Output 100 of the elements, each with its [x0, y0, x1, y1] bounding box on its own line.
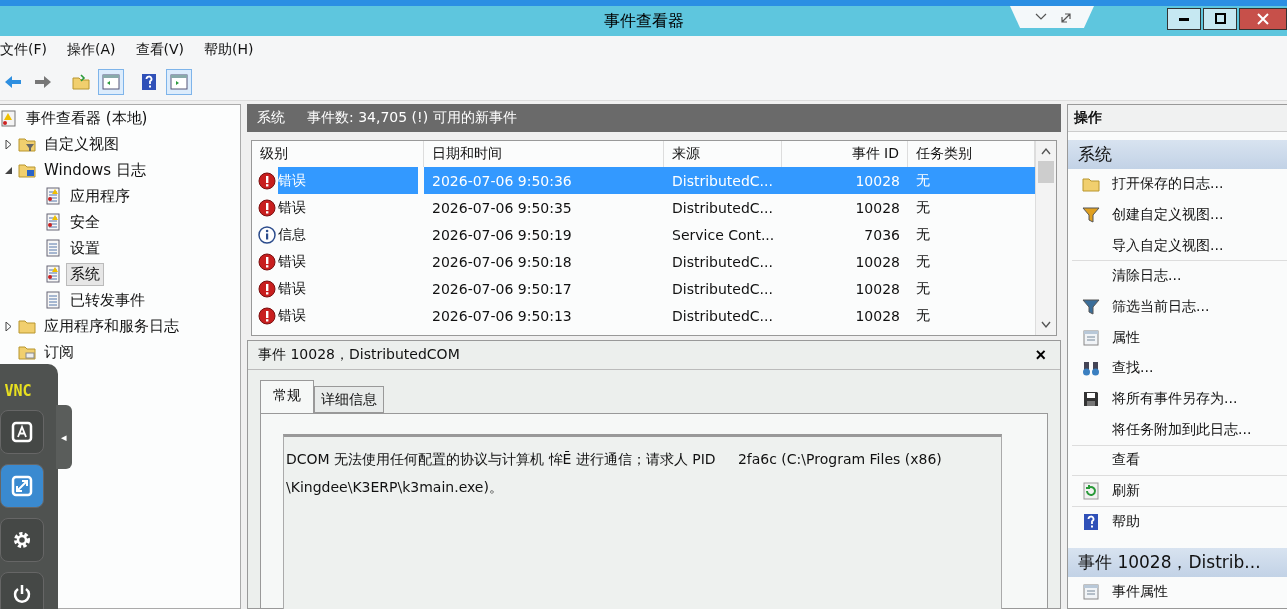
fullscreen-icon	[11, 475, 33, 497]
error-icon	[258, 198, 276, 217]
minimize-icon	[1179, 17, 1189, 21]
folder-icon	[18, 317, 36, 335]
table-cell[interactable]: 错误	[278, 275, 418, 302]
table-cell[interactable]: 无	[908, 275, 1035, 302]
table-cell[interactable]: 2026-07-06 9:50:19	[424, 221, 664, 248]
tree-item[interactable]: 自定义视图	[40, 132, 123, 156]
action-link[interactable]: 刷新	[1112, 482, 1140, 501]
table-cell[interactable]: 10028	[782, 194, 908, 221]
folder-icon	[18, 161, 36, 179]
expand-icon[interactable]	[2, 139, 14, 149]
minimize-button[interactable]	[1167, 8, 1201, 30]
action-link[interactable]: 将任务附加到此日志...	[1112, 420, 1252, 439]
window-title: 事件查看器	[603, 9, 684, 32]
help-icon	[140, 73, 158, 91]
tree-item[interactable]: 已转发事件	[66, 288, 149, 312]
action-link[interactable]: 打开保存的日志...	[1112, 175, 1224, 194]
table-cell[interactable]: 10028	[782, 302, 908, 329]
action-link[interactable]: 筛选当前日志...	[1112, 298, 1210, 316]
section-header[interactable]: 事件 10028，Distrib...	[1068, 547, 1287, 578]
table-cell[interactable]: DistributedC...	[664, 275, 782, 302]
scroll-thumb[interactable]	[1038, 161, 1054, 183]
save-icon	[1082, 390, 1100, 409]
section-header[interactable]: 系统	[1068, 139, 1287, 170]
table-cell[interactable]: DistributedC...	[664, 302, 782, 329]
action-link[interactable]: 清除日志...	[1112, 267, 1182, 286]
table-cell[interactable]: DistributedC...	[664, 194, 782, 221]
restore-button[interactable]	[1203, 8, 1237, 30]
folder-icon	[1082, 175, 1100, 194]
close-button[interactable]	[1239, 8, 1287, 30]
tree-item[interactable]: Windows 日志	[40, 158, 150, 182]
table-cell[interactable]: Service Cont...	[664, 221, 782, 248]
table-cell[interactable]: DistributedC...	[664, 248, 782, 275]
tree-item[interactable]: 订阅	[40, 340, 78, 364]
tab[interactable]: 常规	[260, 380, 314, 413]
table-cell[interactable]: 10028	[782, 248, 908, 275]
tab[interactable]: 详细信息	[314, 386, 384, 413]
tree-item[interactable]: 应用程序	[66, 184, 134, 208]
tree-item[interactable]: 安全	[66, 210, 104, 234]
expand-icon[interactable]	[2, 321, 14, 331]
table-cell[interactable]: 2026-07-06 9:50:18	[424, 248, 664, 275]
table-cell[interactable]: 10028	[782, 275, 908, 302]
table-cell[interactable]: 无	[908, 194, 1035, 221]
vnc-button[interactable]	[0, 410, 44, 454]
menu-item[interactable]: 文件(F)	[0, 41, 47, 59]
power-icon	[11, 583, 33, 605]
settings-icon	[11, 529, 33, 551]
scrollbar[interactable]	[1035, 141, 1056, 335]
menu-item[interactable]: 操作(A)	[67, 41, 116, 59]
menu-item[interactable]: 帮助(H)	[204, 41, 254, 59]
close-icon	[1257, 13, 1269, 25]
table-cell[interactable]: 2026-07-06 9:50:13	[424, 302, 664, 329]
forward-arrow-icon	[34, 73, 52, 91]
binoculars-icon	[1082, 359, 1100, 378]
action-link[interactable]: 查看	[1112, 451, 1140, 470]
keyboard-icon	[11, 421, 33, 443]
folder-icon	[18, 343, 36, 361]
error-icon	[258, 279, 276, 298]
vnc-button[interactable]	[0, 572, 44, 609]
funnel-icon	[1082, 205, 1100, 224]
tree-item[interactable]: 事件查看器 (本地)	[22, 106, 152, 130]
table-cell[interactable]: 无	[908, 302, 1035, 329]
table-cell[interactable]: 错误	[278, 248, 418, 275]
table-cell[interactable]: 信息	[278, 221, 418, 248]
vnc-button[interactable]	[0, 518, 44, 562]
menu-item[interactable]: 查看(V)	[135, 41, 184, 59]
table-cell[interactable]: 错误	[278, 302, 418, 329]
log-icon	[44, 187, 62, 205]
close-button[interactable]: ×	[1035, 344, 1046, 366]
action-link[interactable]: 帮助	[1112, 512, 1140, 531]
log-icon	[44, 265, 62, 283]
folder-icon	[72, 73, 90, 91]
action-link[interactable]: 导入自定义视图...	[1112, 236, 1224, 255]
pane-icon	[102, 73, 120, 91]
table-cell[interactable]: 7036	[782, 221, 908, 248]
event-count: 事件数: 34,705 (!) 可用的新事件	[307, 109, 517, 127]
action-link[interactable]: 创建自定义视图...	[1112, 205, 1224, 224]
table-cell[interactable]: 无	[908, 221, 1035, 248]
log-icon	[44, 239, 62, 257]
action-link[interactable]: 事件属性	[1112, 583, 1168, 602]
table-cell[interactable]: 2026-07-06 9:50:35	[424, 194, 664, 221]
tree-item[interactable]: 系统	[66, 262, 104, 286]
action-link[interactable]: 查找...	[1112, 359, 1154, 378]
refresh-icon	[1082, 482, 1100, 501]
scroll-down-icon[interactable]	[1041, 321, 1051, 329]
action-link[interactable]: 属性	[1112, 328, 1140, 347]
action-link[interactable]: 将所有事件另存为...	[1112, 390, 1238, 409]
table-cell[interactable]: 无	[908, 248, 1035, 275]
tree-item[interactable]: 应用程序和服务日志	[40, 314, 183, 338]
folder-icon	[18, 135, 36, 153]
description-text: \Kingdee\K3ERP\k3main.exe)。	[286, 478, 504, 497]
table-cell[interactable]: 2026-07-06 9:50:17	[424, 275, 664, 302]
tree-item[interactable]: 设置	[66, 236, 104, 260]
table-cell[interactable]: 错误	[278, 194, 418, 221]
log-icon	[44, 213, 62, 231]
scroll-up-icon[interactable]	[1041, 147, 1051, 155]
log-icon	[44, 291, 62, 309]
collapse-tab[interactable]: ◂	[56, 405, 72, 469]
vnc-button[interactable]	[0, 464, 44, 508]
